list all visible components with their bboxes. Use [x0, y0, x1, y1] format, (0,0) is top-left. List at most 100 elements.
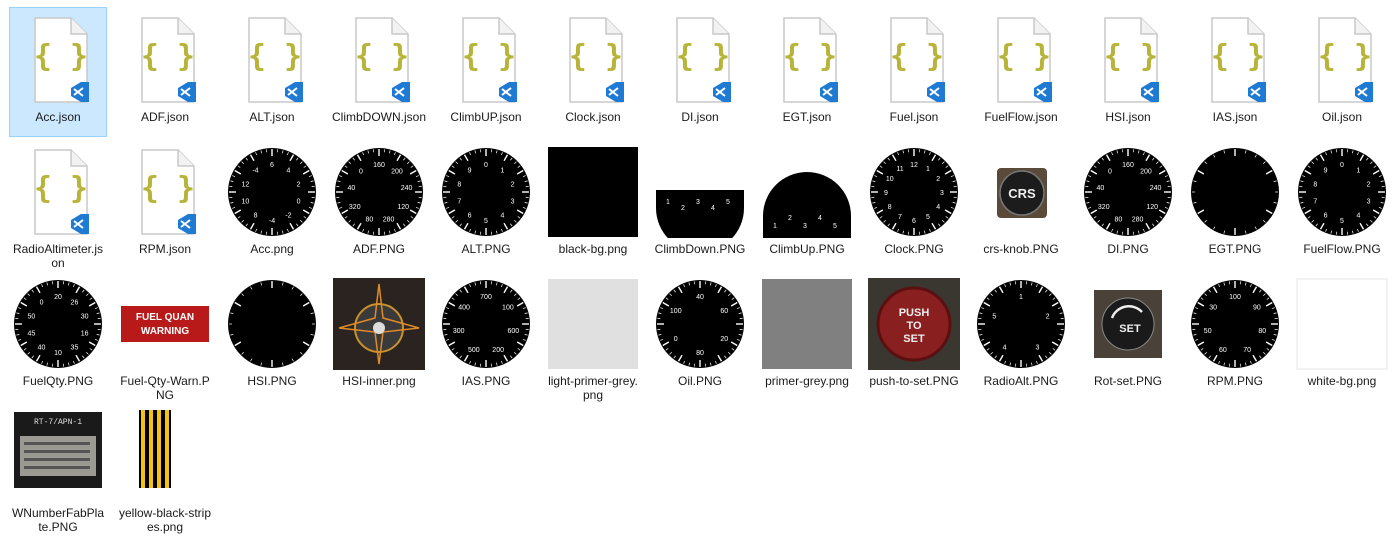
image-thumbnail: RT-7/APN-1 [12, 410, 104, 502]
file-name: IAS.json [1212, 110, 1258, 124]
file-item[interactable]: light-primer-grey.png [545, 272, 641, 402]
svg-text:26: 26 [71, 299, 79, 306]
file-item[interactable]: SET Rot-set.PNG [1080, 272, 1176, 400]
svg-text:10: 10 [54, 350, 62, 357]
file-name: RadioAlt.PNG [983, 374, 1059, 388]
json-file-icon: { } [226, 14, 318, 106]
file-item[interactable]: HSI-inner.png [331, 272, 427, 400]
file-item[interactable]: { } ClimbUP.json [438, 8, 534, 136]
svg-text:8: 8 [1313, 181, 1317, 188]
file-item[interactable]: CRS crs-knob.PNG [973, 140, 1069, 268]
file-item[interactable]: 40 60 20 80 0 100 Oil.PNG [652, 272, 748, 400]
file-name: ClimbDown.PNG [654, 242, 746, 256]
image-thumbnail [547, 278, 639, 370]
file-item[interactable]: { } ADF.json [117, 8, 213, 136]
file-item[interactable]: { } Clock.json [545, 8, 641, 136]
svg-text:10: 10 [241, 199, 249, 206]
image-thumbnail: 12 1 2 3 4 5 6 7 8 9 10 11 [868, 146, 960, 238]
file-item[interactable]: 1 2 3 4 5 ClimbUp.PNG [759, 140, 855, 268]
file-item[interactable]: { } DI.json [652, 8, 748, 136]
svg-text:0: 0 [40, 299, 44, 306]
image-thumbnail [761, 278, 853, 370]
svg-text:2: 2 [1367, 181, 1371, 188]
file-item[interactable]: { } ClimbDOWN.json [331, 8, 427, 136]
file-item[interactable]: 0 1 2 3 4 5 6 7 8 9 ALT.PNG [438, 140, 534, 268]
svg-text:FUEL QUAN: FUEL QUAN [136, 312, 194, 323]
file-name: IAS.PNG [461, 374, 511, 388]
file-item[interactable]: FUEL QUAN WARNING Fuel-Qty-Warn.PNG [117, 272, 213, 402]
file-item[interactable]: 700 100 600 200 500 300 400 IAS.PNG [438, 272, 534, 400]
svg-text:320: 320 [1098, 204, 1110, 211]
svg-text:2: 2 [511, 181, 515, 188]
svg-text:4: 4 [936, 204, 940, 211]
file-item[interactable]: { } FuelFlow.json [973, 8, 1069, 136]
svg-text:40: 40 [348, 185, 356, 192]
file-item[interactable]: { } IAS.json [1187, 8, 1283, 136]
svg-text:1: 1 [1019, 294, 1023, 301]
svg-text:RT-7/APN-1: RT-7/APN-1 [34, 418, 82, 427]
image-thumbnail: 40 60 20 80 0 100 [654, 278, 746, 370]
file-item[interactable]: RT-7/APN-1 WNumberFabPlate.PNG [10, 404, 106, 534]
svg-text:100: 100 [1229, 294, 1241, 301]
file-name: RPM.PNG [1206, 374, 1263, 388]
svg-text:2: 2 [1046, 313, 1050, 320]
file-item[interactable]: 20 26 30 16 35 10 40 45 50 0 FuelQty.PNG [10, 272, 106, 400]
svg-text:60: 60 [1219, 347, 1227, 354]
json-file-icon: { } [1082, 14, 1174, 106]
file-item[interactable]: { } ALT.json [224, 8, 320, 136]
svg-text:50: 50 [1204, 328, 1212, 335]
svg-text:PUSH: PUSH [899, 307, 930, 319]
json-file-icon: { } [333, 14, 425, 106]
svg-text:12: 12 [910, 162, 918, 169]
svg-text:{ }: { } [34, 39, 88, 74]
image-thumbnail: FUEL QUAN WARNING [119, 278, 211, 370]
svg-text:45: 45 [27, 331, 35, 338]
svg-text:2: 2 [788, 215, 792, 222]
image-thumbnail: 1 2 3 4 5 [654, 146, 746, 238]
file-item[interactable]: 6 4 2 0 -2 -4 8 10 12 -4 Acc.png [224, 140, 320, 268]
file-name: FuelFlow.json [984, 110, 1058, 124]
file-item[interactable]: EGT.PNG [1187, 140, 1283, 268]
file-item[interactable]: 0 1 2 3 4 5 6 7 8 9 FuelFlow.PNG [1294, 140, 1390, 268]
svg-text:50: 50 [27, 313, 35, 320]
image-thumbnail [547, 146, 639, 238]
file-item[interactable]: 100 90 80 70 60 50 30 RPM.PNG [1187, 272, 1283, 400]
file-item[interactable]: 1 2 3 4 5 RadioAlt.PNG [973, 272, 1069, 400]
svg-text:20: 20 [54, 294, 62, 301]
file-name: HSI-inner.png [342, 374, 416, 388]
svg-text:1: 1 [926, 166, 930, 173]
svg-text:600: 600 [507, 328, 519, 335]
file-item[interactable]: yellow-black-stripes.png [117, 404, 213, 534]
svg-text:10: 10 [886, 176, 894, 183]
file-item[interactable]: primer-grey.png [759, 272, 855, 400]
file-name: DI.PNG [1107, 242, 1149, 256]
file-item[interactable]: black-bg.png [545, 140, 641, 268]
file-item[interactable]: HSI.PNG [224, 272, 320, 400]
file-item[interactable]: { } Acc.json [9, 7, 107, 137]
file-item[interactable]: 160 200 240 120 280 80 320 40 0 ADF.PNG [331, 140, 427, 268]
file-item[interactable]: { } RadioAltimeter.json [10, 140, 106, 270]
file-item[interactable]: { } RPM.json [117, 140, 213, 268]
svg-text:6: 6 [270, 162, 274, 169]
file-item[interactable]: { } HSI.json [1080, 8, 1176, 136]
file-item[interactable]: 160 200 240 120 280 80 320 40 0 DI.PNG [1080, 140, 1176, 268]
file-name: Fuel-Qty-Warn.PNG [120, 374, 210, 402]
svg-text:3: 3 [696, 199, 700, 206]
file-item[interactable]: { } EGT.json [759, 8, 855, 136]
file-item[interactable]: { } Oil.json [1294, 8, 1390, 136]
svg-text:200: 200 [1140, 169, 1152, 176]
file-item[interactable]: PUSH TO SET push-to-set.PNG [866, 272, 962, 400]
json-file-icon: { } [119, 146, 211, 238]
svg-text:500: 500 [468, 347, 480, 354]
svg-text:9: 9 [884, 190, 888, 197]
json-file-icon: { } [12, 14, 104, 106]
file-item[interactable]: white-bg.png [1294, 272, 1390, 400]
file-item[interactable]: 1 2 3 4 5 ClimbDown.PNG [652, 140, 748, 268]
file-item[interactable]: { } Fuel.json [866, 8, 962, 136]
file-item[interactable]: 12 1 2 3 4 5 6 7 8 9 10 11 Clock.PNG [866, 140, 962, 268]
image-thumbnail: 1 2 3 4 5 [761, 146, 853, 238]
svg-text:{ }: { } [997, 39, 1051, 74]
svg-text:80: 80 [366, 216, 374, 223]
file-name: Acc.png [250, 242, 294, 256]
svg-text:9: 9 [468, 167, 472, 174]
